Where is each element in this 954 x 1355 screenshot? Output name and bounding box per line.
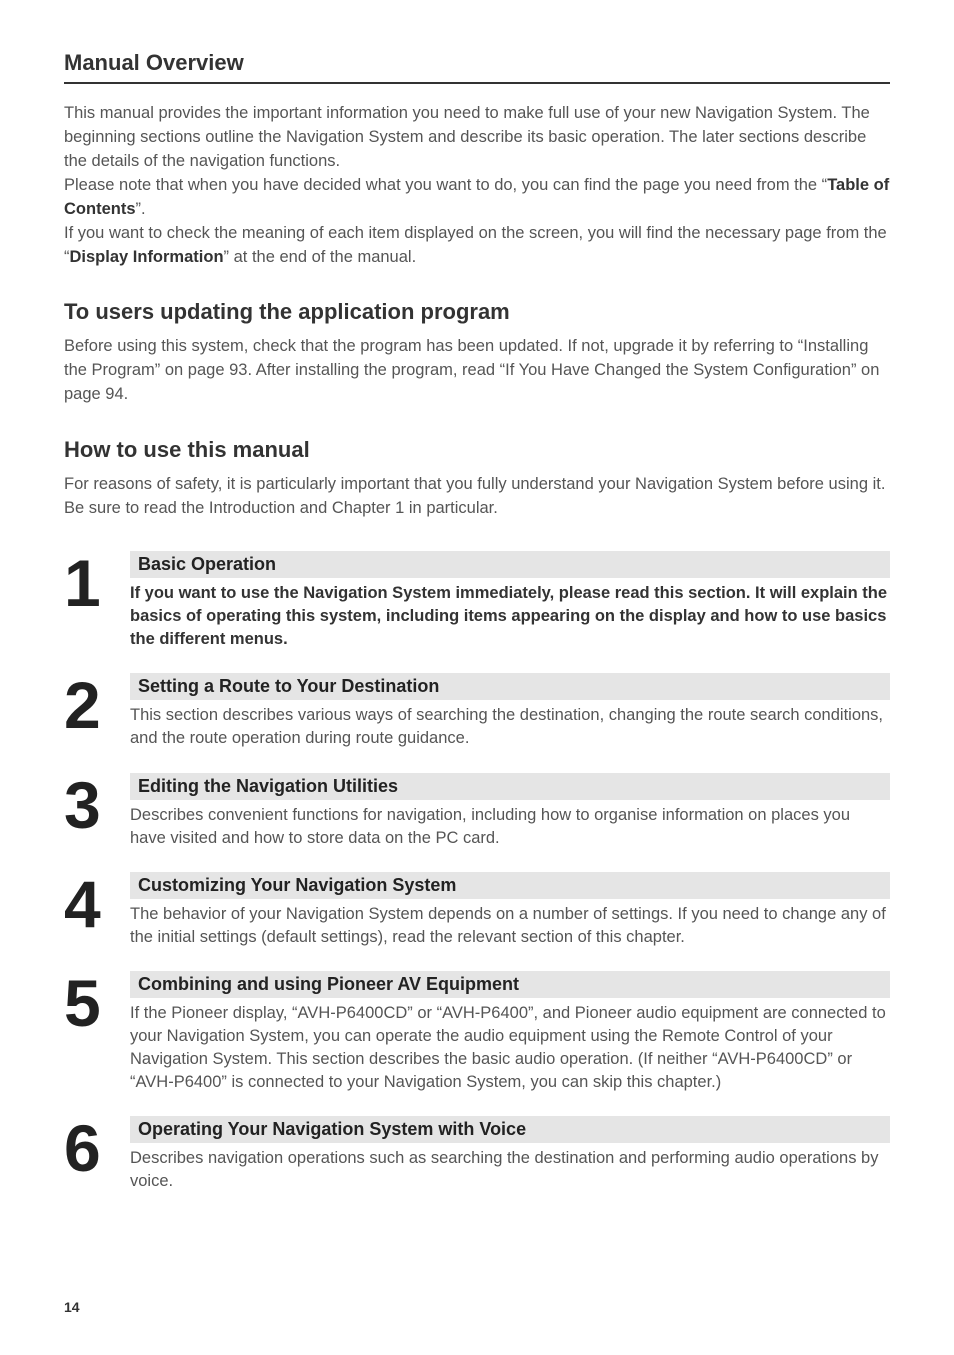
intro-line-2-post: ”.	[136, 200, 146, 218]
chapter-number: 4	[64, 876, 130, 932]
chapter-item: 1 Basic Operation If you want to use the…	[64, 551, 890, 651]
section-howto-body: For reasons of safety, it is particularl…	[64, 473, 890, 521]
chapter-text: This section describes various ways of s…	[130, 704, 890, 750]
page-number: 14	[64, 1299, 80, 1315]
chapter-body: Setting a Route to Your Destination This…	[130, 673, 890, 750]
section-howto-heading: How to use this manual	[64, 437, 890, 463]
chapter-body: Combining and using Pioneer AV Equipment…	[130, 971, 890, 1094]
chapter-body: Basic Operation If you want to use the N…	[130, 551, 890, 651]
chapter-text: The behavior of your Navigation System d…	[130, 903, 890, 949]
chapter-title: Editing the Navigation Utilities	[130, 773, 890, 800]
chapter-list: 1 Basic Operation If you want to use the…	[64, 551, 890, 1193]
chapter-item: 6 Operating Your Navigation System with …	[64, 1116, 890, 1193]
chapter-title: Combining and using Pioneer AV Equipment	[130, 971, 890, 998]
chapter-body: Customizing Your Navigation System The b…	[130, 872, 890, 949]
page: Manual Overview This manual provides the…	[0, 0, 954, 1355]
intro-line-1: This manual provides the important infor…	[64, 104, 870, 170]
chapter-title: Customizing Your Navigation System	[130, 872, 890, 899]
chapter-item: 3 Editing the Navigation Utilities Descr…	[64, 773, 890, 850]
intro-line-3-post: ” at the end of the manual.	[224, 248, 417, 266]
chapter-text: Describes navigation operations such as …	[130, 1147, 890, 1193]
intro-paragraph: This manual provides the important infor…	[64, 102, 890, 269]
chapter-item: 2 Setting a Route to Your Destination Th…	[64, 673, 890, 750]
chapter-number: 2	[64, 677, 130, 733]
chapter-number: 6	[64, 1120, 130, 1176]
chapter-item: 5 Combining and using Pioneer AV Equipme…	[64, 971, 890, 1094]
page-title: Manual Overview	[64, 50, 890, 84]
chapter-title: Basic Operation	[130, 551, 890, 578]
chapter-number: 3	[64, 777, 130, 833]
chapter-number: 5	[64, 975, 130, 1031]
chapter-body: Operating Your Navigation System with Vo…	[130, 1116, 890, 1193]
chapter-body: Editing the Navigation Utilities Describ…	[130, 773, 890, 850]
chapter-text: If the Pioneer display, “AVH-P6400CD” or…	[130, 1002, 890, 1094]
intro-display-bold: Display Information	[70, 248, 224, 266]
chapter-text: Describes convenient functions for navig…	[130, 804, 890, 850]
chapter-text: If you want to use the Navigation System…	[130, 582, 890, 651]
intro-line-2-pre: Please note that when you have decided w…	[64, 176, 827, 194]
chapter-item: 4 Customizing Your Navigation System The…	[64, 872, 890, 949]
chapter-number: 1	[64, 555, 130, 611]
chapter-title: Operating Your Navigation System with Vo…	[130, 1116, 890, 1143]
section-update-body: Before using this system, check that the…	[64, 335, 890, 407]
section-update-heading: To users updating the application progra…	[64, 299, 890, 325]
chapter-title: Setting a Route to Your Destination	[130, 673, 890, 700]
